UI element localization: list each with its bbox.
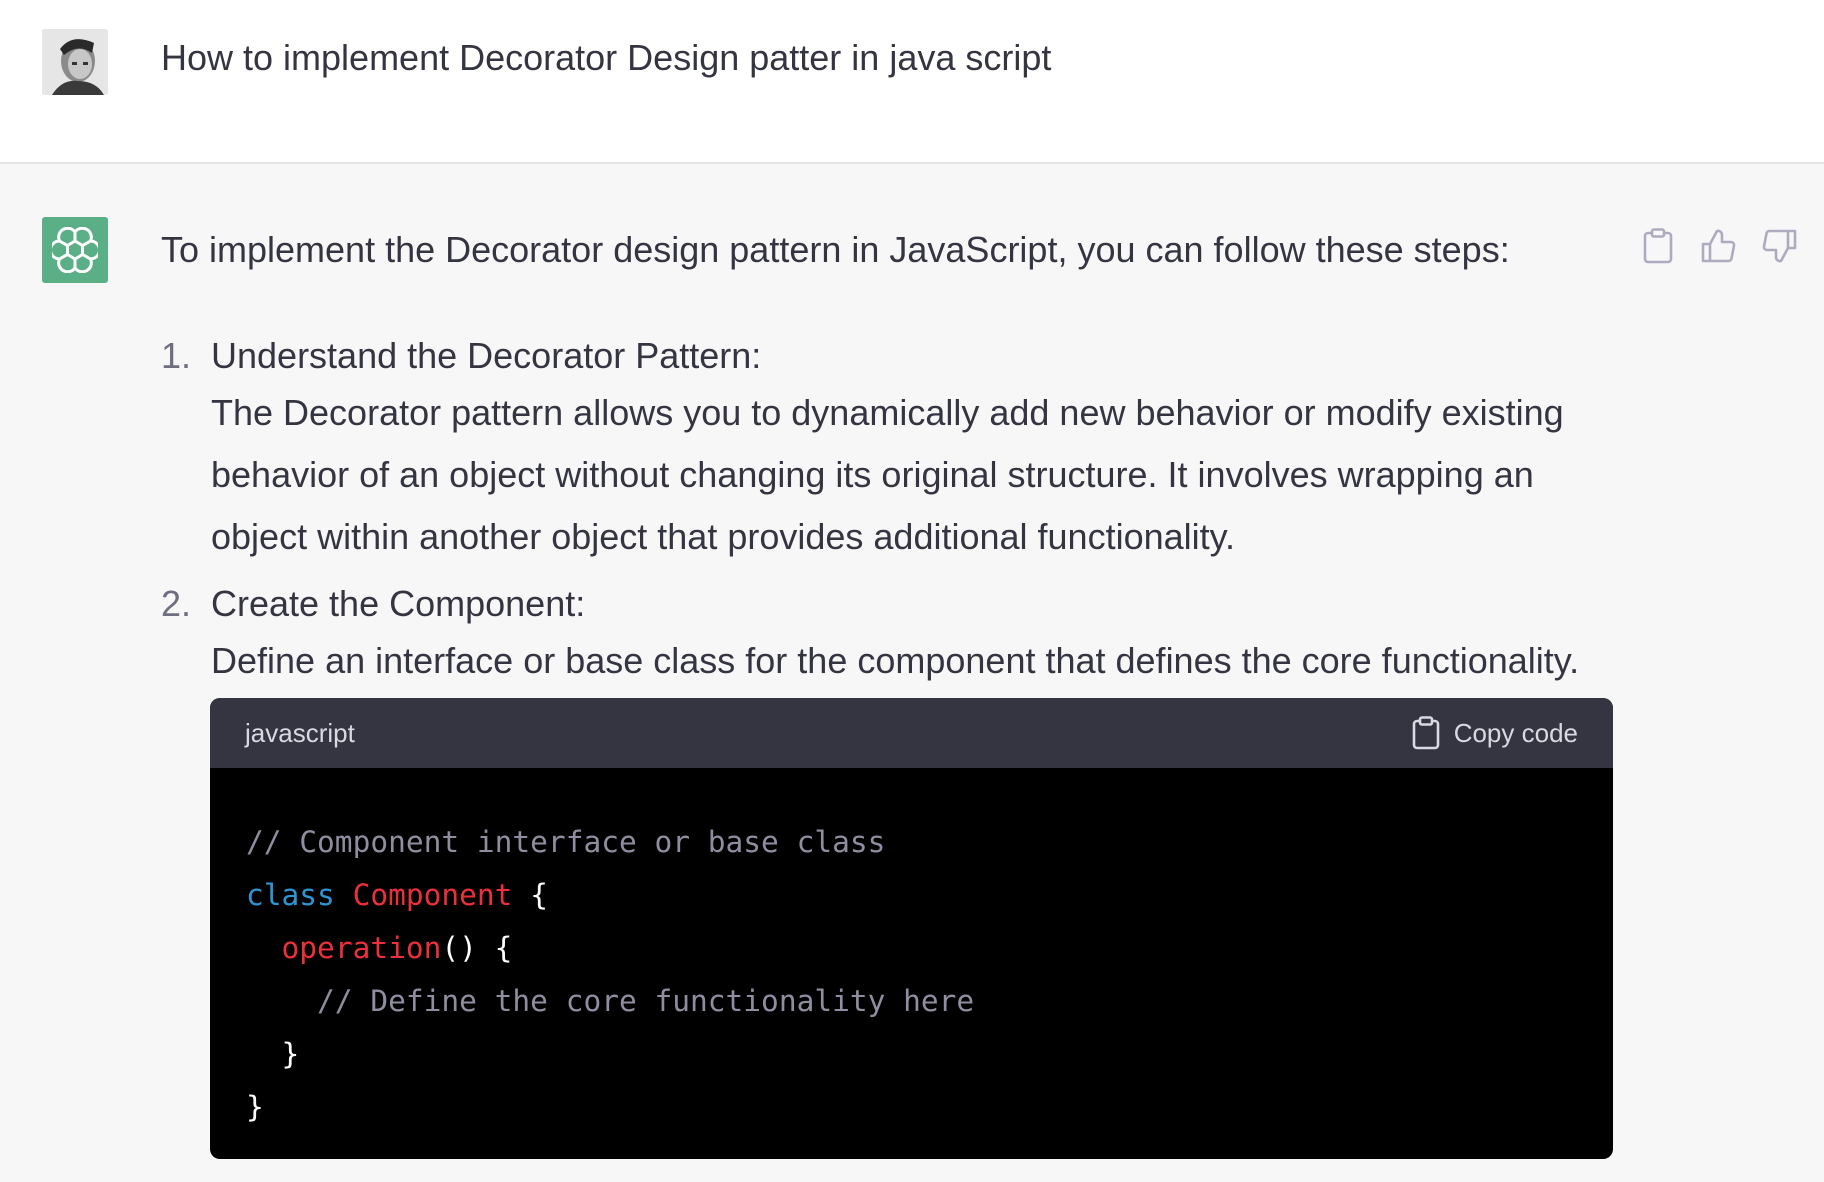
code-content[interactable]: // Component interface or base class cla… bbox=[246, 816, 974, 1134]
step-description-line: object within another object that provid… bbox=[211, 516, 1235, 557]
code-punctuation: } bbox=[281, 1037, 300, 1071]
step-description-line: Define an interface or base class for th… bbox=[211, 640, 1580, 681]
code-block: javascript Copy code // Component interf… bbox=[210, 698, 1613, 1159]
assistant-avatar bbox=[42, 217, 108, 283]
assistant-intro-text: To implement the Decorator design patter… bbox=[161, 229, 1510, 270]
copy-code-button[interactable]: Copy code bbox=[1412, 714, 1578, 752]
code-comment: // Component interface or base class bbox=[246, 825, 886, 859]
code-punctuation: { bbox=[530, 878, 548, 912]
code-comment: // Define the core functionality here bbox=[317, 984, 975, 1018]
code-keyword: class bbox=[246, 878, 335, 912]
clipboard-icon bbox=[1643, 228, 1673, 264]
code-punctuation: } bbox=[246, 1090, 264, 1124]
thumbs-down-button[interactable] bbox=[1760, 224, 1800, 268]
step-description: The Decorator pattern allows you to dyna… bbox=[211, 382, 1601, 568]
code-language-label: javascript bbox=[245, 718, 355, 748]
openai-logo-icon bbox=[52, 227, 98, 273]
code-function-name: operation bbox=[281, 931, 442, 965]
code-class-name: Component bbox=[352, 878, 513, 912]
user-avatar bbox=[42, 29, 108, 95]
step-description-line: The Decorator pattern allows you to dyna… bbox=[211, 392, 1564, 433]
step-title: Create the Component: bbox=[211, 583, 586, 624]
clipboard-icon bbox=[1412, 716, 1439, 750]
code-block-header: javascript Copy code bbox=[210, 698, 1613, 768]
copy-message-button[interactable] bbox=[1638, 224, 1678, 268]
message-actions bbox=[1638, 224, 1798, 268]
copy-code-label: Copy code bbox=[1453, 717, 1578, 748]
user-message-text: How to implement Decorator Design patter… bbox=[161, 37, 1052, 78]
step-title: Understand the Decorator Pattern: bbox=[211, 335, 762, 376]
step-number: 1. bbox=[161, 335, 192, 376]
thumbs-down-icon bbox=[1762, 229, 1797, 263]
code-punctuation: () { bbox=[441, 931, 513, 965]
step-description: Define an interface or base class for th… bbox=[211, 630, 1601, 692]
user-photo-icon bbox=[42, 29, 108, 95]
step-number: 2. bbox=[161, 583, 192, 624]
step-description-line: behavior of an object without changing i… bbox=[211, 454, 1534, 495]
thumbs-up-button[interactable] bbox=[1698, 224, 1738, 268]
thumbs-up-icon bbox=[1701, 229, 1736, 263]
user-message-row: How to implement Decorator Design patter… bbox=[0, 0, 1824, 164]
